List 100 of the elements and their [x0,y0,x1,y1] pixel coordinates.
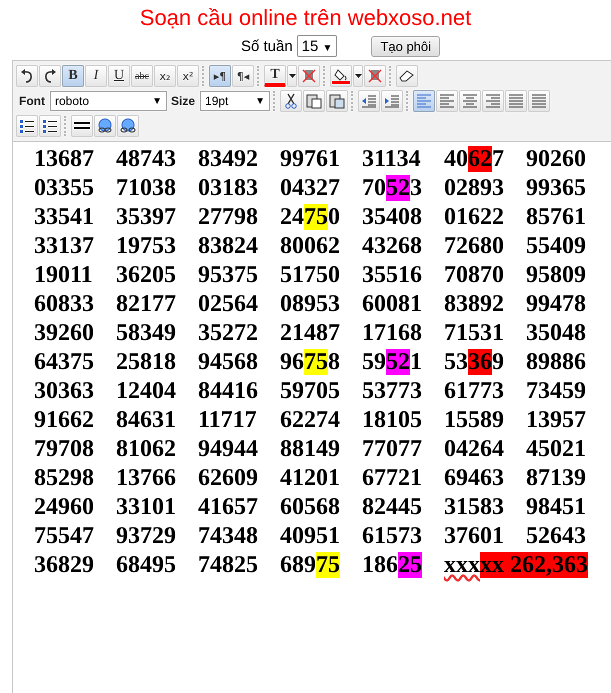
dropdown-button[interactable] [353,65,363,87]
align-full-button[interactable] [528,90,550,112]
remove-color-icon [301,68,317,84]
number-cell-text: 18625 [362,551,423,580]
number-cell-text: 02893 [444,174,505,203]
number-cell-text: 41201 [280,464,341,493]
number-cell-text: 21487 [280,319,341,348]
link-button[interactable] [94,115,116,137]
number-cell-text: 74348 [198,522,259,551]
clipboard-icon [306,93,322,109]
eraser-icon [399,70,415,82]
text-color-button[interactable]: T [264,65,286,87]
globe-link-icon [96,118,114,134]
bullet-list-button[interactable] [39,115,61,137]
number-cell-text: 04327 [280,174,341,203]
toolbar-label: Size [171,94,196,108]
number-cell-text: 37601 [444,522,505,551]
format-button[interactable]: B [62,65,84,87]
unlink-button[interactable] [117,115,139,137]
align-icon [462,94,478,108]
number-cell-text: 88149 [280,435,341,464]
number-cell-text: 77077 [362,435,423,464]
number-cell-text: 11717 [198,406,258,435]
globe-unlink-icon [119,118,137,134]
number-cell-text: 80062 [280,232,341,261]
number-cell-text: 83492 [198,145,259,174]
ordered-list-button[interactable] [16,115,38,137]
number-cell-text: 73459 [526,377,587,406]
number-cell-text: 33541 [34,203,95,232]
number-cell-text: 33137 [34,232,95,261]
align-right-button[interactable] [482,90,504,112]
number-cell-text: 30363 [34,377,95,406]
remove-bg-button[interactable] [364,65,386,87]
number-cell-text: 35408 [362,203,423,232]
paste-button[interactable] [303,90,326,112]
number-cell-text: 52643 [526,522,587,551]
week-label: Số tuần [240,38,293,54]
paint-bucket-icon [332,68,350,84]
number-cell-text: 99761 [280,145,341,174]
number-cell-text: 60568 [280,493,341,522]
remove-color-button[interactable] [298,65,320,87]
week-select[interactable]: 15 ▼ [296,35,338,57]
format-button[interactable]: ¶◂ [232,65,254,87]
number-cell: xxxxx 262,363 [444,551,588,580]
number-cell-text: 84631 [116,406,177,435]
align-center-button[interactable] [459,90,482,112]
align-justify-button[interactable] [505,90,528,112]
format-button[interactable]: abc [131,65,153,87]
number-cell-text: 59705 [280,377,341,406]
bg-color-button[interactable] [330,65,352,87]
number-cell-text: 17168 [362,319,423,348]
number-cell-text: 82445 [362,493,423,522]
number-cell-text: 31134 [362,145,422,174]
number-cell-text: 64375 [34,348,95,377]
number-cell-text: 40951 [280,522,341,551]
number-cell-text: 04264 [444,435,505,464]
format-button[interactable]: ▸¶ [209,65,231,87]
number-cell-text: 41657 [198,493,259,522]
number-cell-text: 53773 [362,377,423,406]
undo-icon [20,69,34,83]
undo-button[interactable] [16,65,38,87]
number-cell-text: 31583 [444,493,505,522]
number-cell-text: 87139 [526,464,587,493]
align-para-button[interactable] [413,90,436,112]
number-cell-text: 81062 [116,435,177,464]
number-cell-text: 79708 [34,435,95,464]
dropdown-select[interactable]: roboto ▼ [50,91,167,111]
format-button[interactable]: x₂ [154,65,176,87]
number-cell-text: 90260 [526,145,587,174]
format-button[interactable]: x² [177,65,199,87]
dropdown-select[interactable]: 19pt ▼ [200,91,270,111]
number-cell-text: 72680 [444,232,505,261]
paste-word-button[interactable] [326,90,348,112]
number-cell-text: 19011 [34,261,94,290]
cut-button[interactable] [280,90,302,112]
format-button[interactable]: U [108,65,130,87]
redo-button[interactable] [39,65,61,87]
outdent-icon [361,94,378,108]
bullet-list-icon [42,118,58,134]
align-icon [531,94,548,108]
eraser-button[interactable] [396,65,418,87]
remove-color-icon [367,68,383,84]
number-cell-text: 60833 [34,290,95,319]
number-cell-text: 35272 [198,319,259,348]
indent-button[interactable] [381,90,404,112]
hr-button[interactable] [71,115,93,137]
number-cell-text: 40627 [444,145,505,174]
format-button[interactable]: I [85,65,107,87]
page-title: Soạn cầu online trên webxoso.net [138,4,472,31]
align-left-button[interactable] [436,90,458,112]
number-cell-text: 99478 [526,290,587,319]
dropdown-button[interactable] [287,65,297,87]
outdent-button[interactable] [358,90,380,112]
create-button[interactable]: Tạo phôi [371,36,440,56]
number-cell-text: 19753 [116,232,177,261]
number-cell-text: 15589 [444,406,505,435]
number-cell-text: 67721 [362,464,423,493]
number-cell-text: 43268 [362,232,423,261]
number-cell-text: 83892 [444,290,505,319]
number-cell-text: 70870 [444,261,505,290]
